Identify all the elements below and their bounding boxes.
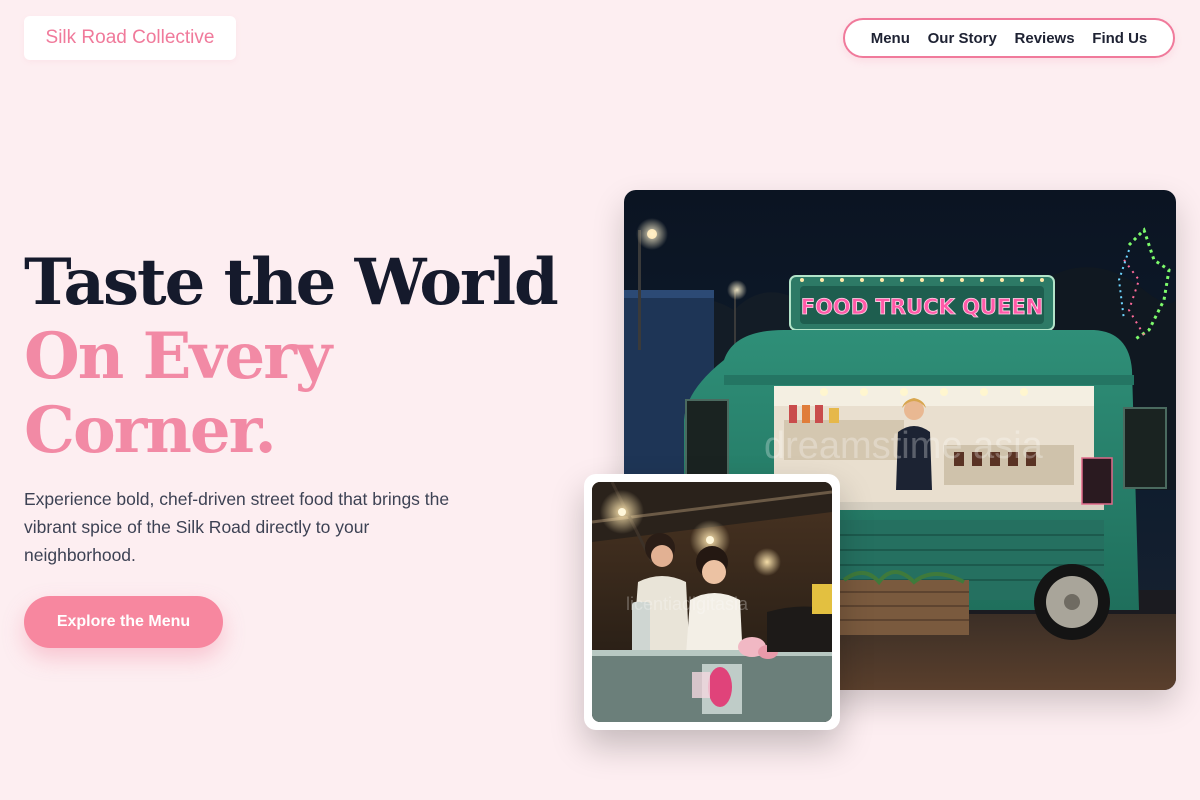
nav-item-our-story[interactable]: Our Story bbox=[928, 30, 997, 47]
headline-line-1: Taste the World bbox=[24, 245, 559, 320]
small-photo-watermark: licentiadigitasia bbox=[626, 594, 749, 614]
hero-subcopy: Experience bold, chef-driven street food… bbox=[24, 489, 450, 565]
nav-item-menu[interactable]: Menu bbox=[871, 30, 910, 47]
nav-item-find-us[interactable]: Find Us bbox=[1092, 30, 1147, 47]
headline-line-2: On Every bbox=[24, 319, 332, 394]
vendor-photo-card: licentiadigitasia bbox=[584, 474, 840, 730]
main-nav: Menu Our Story Reviews Find Us bbox=[843, 18, 1175, 58]
hero-headline: Taste the World On Every Corner. bbox=[24, 245, 559, 468]
truck-sign-text: FOOD TRUCK QUEEN bbox=[801, 295, 1044, 319]
explore-menu-button[interactable]: Explore the Menu bbox=[24, 596, 223, 648]
nav-item-reviews[interactable]: Reviews bbox=[1015, 30, 1075, 47]
brand-logo[interactable]: Silk Road Collective bbox=[24, 16, 236, 60]
brand-logo-text: Silk Road Collective bbox=[45, 27, 215, 48]
vendor-photo: licentiadigitasia bbox=[592, 482, 832, 722]
main-photo-watermark: dreamstime asia bbox=[764, 425, 1043, 467]
headline-line-3: Corner. bbox=[24, 393, 277, 468]
